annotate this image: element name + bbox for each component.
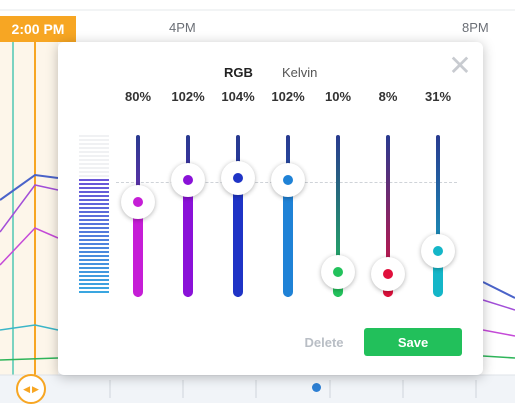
slider-5-handle[interactable] xyxy=(321,255,355,289)
slider-handle-dot xyxy=(183,175,193,185)
slider-handle-dot xyxy=(283,175,293,185)
time-scrubber-handle[interactable]: ◀ ▶ xyxy=(16,374,46,404)
preview-stripe xyxy=(79,243,109,245)
arrow-left-icon: ◀ xyxy=(23,383,30,394)
timeline-keyframe-marker[interactable] xyxy=(312,383,321,392)
slider-handle-dot xyxy=(433,246,443,256)
preview-stripe xyxy=(79,211,109,213)
slider-4-fill xyxy=(283,180,293,297)
slider-handle-dot xyxy=(233,173,243,183)
save-button[interactable]: Save xyxy=(364,328,462,356)
preview-stripe xyxy=(79,155,109,157)
slider-2-handle[interactable] xyxy=(171,163,205,197)
preview-stripe xyxy=(79,147,109,149)
slider-handle-dot xyxy=(133,197,143,207)
preview-stripe xyxy=(79,195,109,197)
preview-stripe xyxy=(79,231,109,233)
slider-4-percent: 102% xyxy=(271,89,305,104)
delete-button[interactable]: Delete xyxy=(294,331,354,355)
preview-stripe xyxy=(79,179,109,181)
preview-stripe xyxy=(79,291,109,293)
preview-stripe xyxy=(79,275,109,277)
preview-stripe xyxy=(79,251,109,253)
slider-1-handle[interactable] xyxy=(121,185,155,219)
preview-stripe xyxy=(79,175,109,177)
preview-stripe xyxy=(79,239,109,241)
slider-6-handle[interactable] xyxy=(371,257,405,291)
preview-stripe xyxy=(79,259,109,261)
slider-3-percent: 104% xyxy=(221,89,255,104)
slider-handle-dot xyxy=(383,269,393,279)
preview-stripe xyxy=(79,215,109,217)
preview-stripe xyxy=(79,183,109,185)
slider-7-percent: 31% xyxy=(424,89,452,104)
preview-stripe xyxy=(79,139,109,141)
preview-stripe xyxy=(79,171,109,173)
preview-stripe xyxy=(79,207,109,209)
preview-stripe xyxy=(79,187,109,189)
preview-stripe xyxy=(79,159,109,161)
mode-tab-kelvin[interactable]: Kelvin xyxy=(282,65,317,80)
preview-stripe xyxy=(79,167,109,169)
arrow-right-icon: ▶ xyxy=(32,383,39,394)
preview-stripe xyxy=(79,271,109,273)
preview-stripe xyxy=(79,163,109,165)
time-label-4pm: 4PM xyxy=(169,20,196,35)
preview-stripe xyxy=(79,263,109,265)
color-editor-panel: ✕ RGB Kelvin 80% 102% 104% 102% 10% 8% 31% Del… xyxy=(58,42,483,375)
preview-stripe xyxy=(79,135,109,137)
preview-stripe xyxy=(79,283,109,285)
close-icon[interactable]: ✕ xyxy=(448,52,472,80)
preview-stripe xyxy=(79,143,109,145)
preview-stripe xyxy=(79,279,109,281)
color-preview-swatch xyxy=(79,135,109,297)
preview-stripe xyxy=(79,247,109,249)
mode-tab-rgb[interactable]: RGB xyxy=(224,65,253,80)
preview-stripe xyxy=(79,199,109,201)
preview-stripe xyxy=(79,219,109,221)
slider-6-percent: 8% xyxy=(378,89,398,104)
slider-3-fill xyxy=(233,178,243,297)
slider-3-handle[interactable] xyxy=(221,161,255,195)
slider-handle-dot xyxy=(333,267,343,277)
slider-2-percent: 102% xyxy=(171,89,205,104)
preview-stripe xyxy=(79,255,109,257)
preview-stripe xyxy=(79,227,109,229)
slider-1-percent: 80% xyxy=(124,89,152,104)
preview-stripe xyxy=(79,287,109,289)
preview-stripe xyxy=(79,203,109,205)
preview-stripe xyxy=(79,191,109,193)
slider-7-handle[interactable] xyxy=(421,234,455,268)
time-label-8pm: 8PM xyxy=(462,20,489,35)
preview-stripe xyxy=(79,267,109,269)
preview-stripe xyxy=(79,151,109,153)
preview-stripe xyxy=(79,223,109,225)
preview-stripe xyxy=(79,235,109,237)
slider-5-percent: 10% xyxy=(324,89,352,104)
current-time-badge: 2:00 PM xyxy=(0,16,76,42)
slider-2-fill xyxy=(183,180,193,297)
slider-4-handle[interactable] xyxy=(271,163,305,197)
